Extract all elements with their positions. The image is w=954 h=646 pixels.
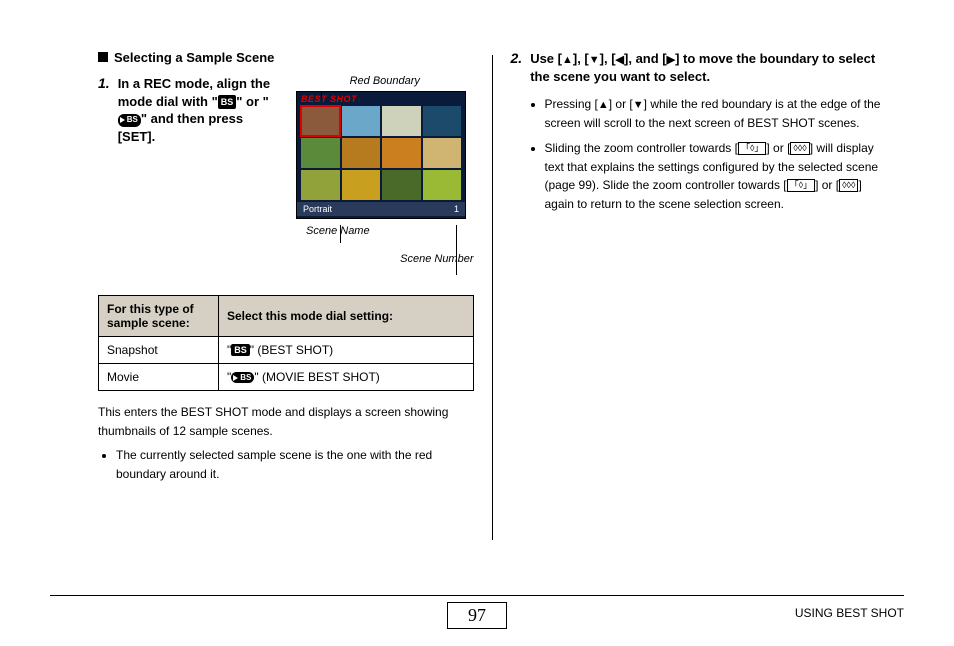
thumb bbox=[382, 170, 421, 200]
list-item: The currently selected sample scene is t… bbox=[116, 446, 474, 483]
footer-row: 97 USING BEST SHOT bbox=[50, 600, 904, 630]
bullet-list: The currently selected sample scene is t… bbox=[98, 446, 474, 483]
bs-mode-icon: BS bbox=[231, 344, 250, 356]
thumb bbox=[423, 170, 462, 200]
thumb bbox=[423, 138, 462, 168]
table-header-1: For this type of sample scene: bbox=[99, 296, 219, 337]
scene-number-value: 1 bbox=[454, 204, 459, 214]
footer-section-title: USING BEST SHOT bbox=[795, 606, 904, 620]
up-arrow-icon: ▲ bbox=[562, 54, 573, 66]
zoom-tele-icon: 「◊」 bbox=[738, 142, 766, 155]
cell-movie-setting: "BS" (MOVIE BEST SHOT) bbox=[219, 364, 474, 391]
scene-name-label: Portrait bbox=[303, 204, 332, 214]
down-arrow-icon: ▼ bbox=[633, 99, 644, 111]
square-bullet-icon bbox=[98, 52, 108, 62]
scene-bar: Portrait 1 bbox=[297, 202, 465, 216]
left-arrow-icon: ◀ bbox=[616, 54, 624, 66]
mode-dial-table: For this type of sample scene: Select th… bbox=[98, 295, 474, 391]
callout-line bbox=[456, 225, 457, 275]
bullet-list: Pressing [▲] or [▼] while the red bounda… bbox=[511, 95, 887, 213]
step-1-row: 1. In a REC mode, align the mode dial wi… bbox=[98, 75, 474, 265]
callout-red-boundary: Red Boundary bbox=[296, 75, 474, 87]
step-2-text: Use [▲], [▼], [◀], and [▶] to move the b… bbox=[530, 50, 886, 85]
thumb bbox=[382, 138, 421, 168]
thumb bbox=[342, 170, 381, 200]
callout-line bbox=[340, 225, 341, 243]
cell-movie: Movie bbox=[99, 364, 219, 391]
step-1: 1. In a REC mode, align the mode dial wi… bbox=[98, 75, 278, 145]
step-number: 1. bbox=[98, 75, 110, 145]
paragraph: This enters the BEST SHOT mode and displ… bbox=[98, 403, 474, 440]
right-arrow-icon: ▶ bbox=[667, 54, 675, 66]
zoom-tele-icon: 「◊」 bbox=[787, 179, 815, 192]
thumb-selected bbox=[301, 106, 340, 136]
bs-mode-icon: BS bbox=[218, 95, 237, 109]
thumb bbox=[342, 106, 381, 136]
footer-rule bbox=[50, 595, 904, 596]
table-row: Movie "BS" (MOVIE BEST SHOT) bbox=[99, 364, 474, 391]
step-2: 2. Use [▲], [▼], [◀], and [▶] to move th… bbox=[511, 50, 887, 85]
list-item: Pressing [▲] or [▼] while the red bounda… bbox=[545, 95, 887, 133]
movie-bs-mode-icon: BS bbox=[231, 372, 254, 383]
thumbnail-grid bbox=[297, 104, 465, 202]
zoom-wide-icon: ◊◊◊ bbox=[839, 179, 858, 192]
page-number: 97 bbox=[447, 602, 507, 629]
page-footer: 97 USING BEST SHOT bbox=[50, 595, 904, 630]
best-shot-screen: BEST SHOT bbox=[296, 91, 466, 219]
step-1-text: In a REC mode, align the mode dial with … bbox=[118, 75, 278, 145]
cell-snapshot-setting: "BS" (BEST SHOT) bbox=[219, 337, 474, 364]
thumb bbox=[301, 138, 340, 168]
step-1-text-block: 1. In a REC mode, align the mode dial wi… bbox=[98, 75, 278, 155]
right-column: 2. Use [▲], [▼], [◀], and [▶] to move th… bbox=[493, 50, 905, 545]
table-header-2: Select this mode dial setting: bbox=[219, 296, 474, 337]
step-number: 2. bbox=[511, 50, 523, 85]
up-arrow-icon: ▲ bbox=[598, 99, 609, 111]
list-item: Sliding the zoom controller towards [「◊」… bbox=[545, 139, 887, 213]
down-arrow-icon: ▼ bbox=[589, 54, 600, 66]
callout-scene-name: Scene Name bbox=[306, 225, 474, 237]
page-columns: Selecting a Sample Scene 1. In a REC mod… bbox=[0, 0, 954, 565]
thumb bbox=[382, 106, 421, 136]
thumb bbox=[301, 170, 340, 200]
zoom-wide-icon: ◊◊◊ bbox=[790, 142, 809, 155]
thumb bbox=[423, 106, 462, 136]
heading-text: Selecting a Sample Scene bbox=[114, 50, 274, 65]
cell-snapshot: Snapshot bbox=[99, 337, 219, 364]
figure-wrap: Red Boundary BEST SHOT bbox=[296, 75, 474, 265]
table-row: Snapshot "BS" (BEST SHOT) bbox=[99, 337, 474, 364]
left-column: Selecting a Sample Scene 1. In a REC mod… bbox=[80, 50, 492, 545]
section-heading: Selecting a Sample Scene bbox=[98, 50, 474, 65]
thumb bbox=[342, 138, 381, 168]
movie-bs-mode-icon: BS bbox=[118, 114, 141, 127]
callout-line bbox=[321, 91, 322, 97]
callout-scene-number: Scene Number bbox=[296, 253, 474, 265]
screen-title: BEST SHOT bbox=[297, 92, 465, 104]
